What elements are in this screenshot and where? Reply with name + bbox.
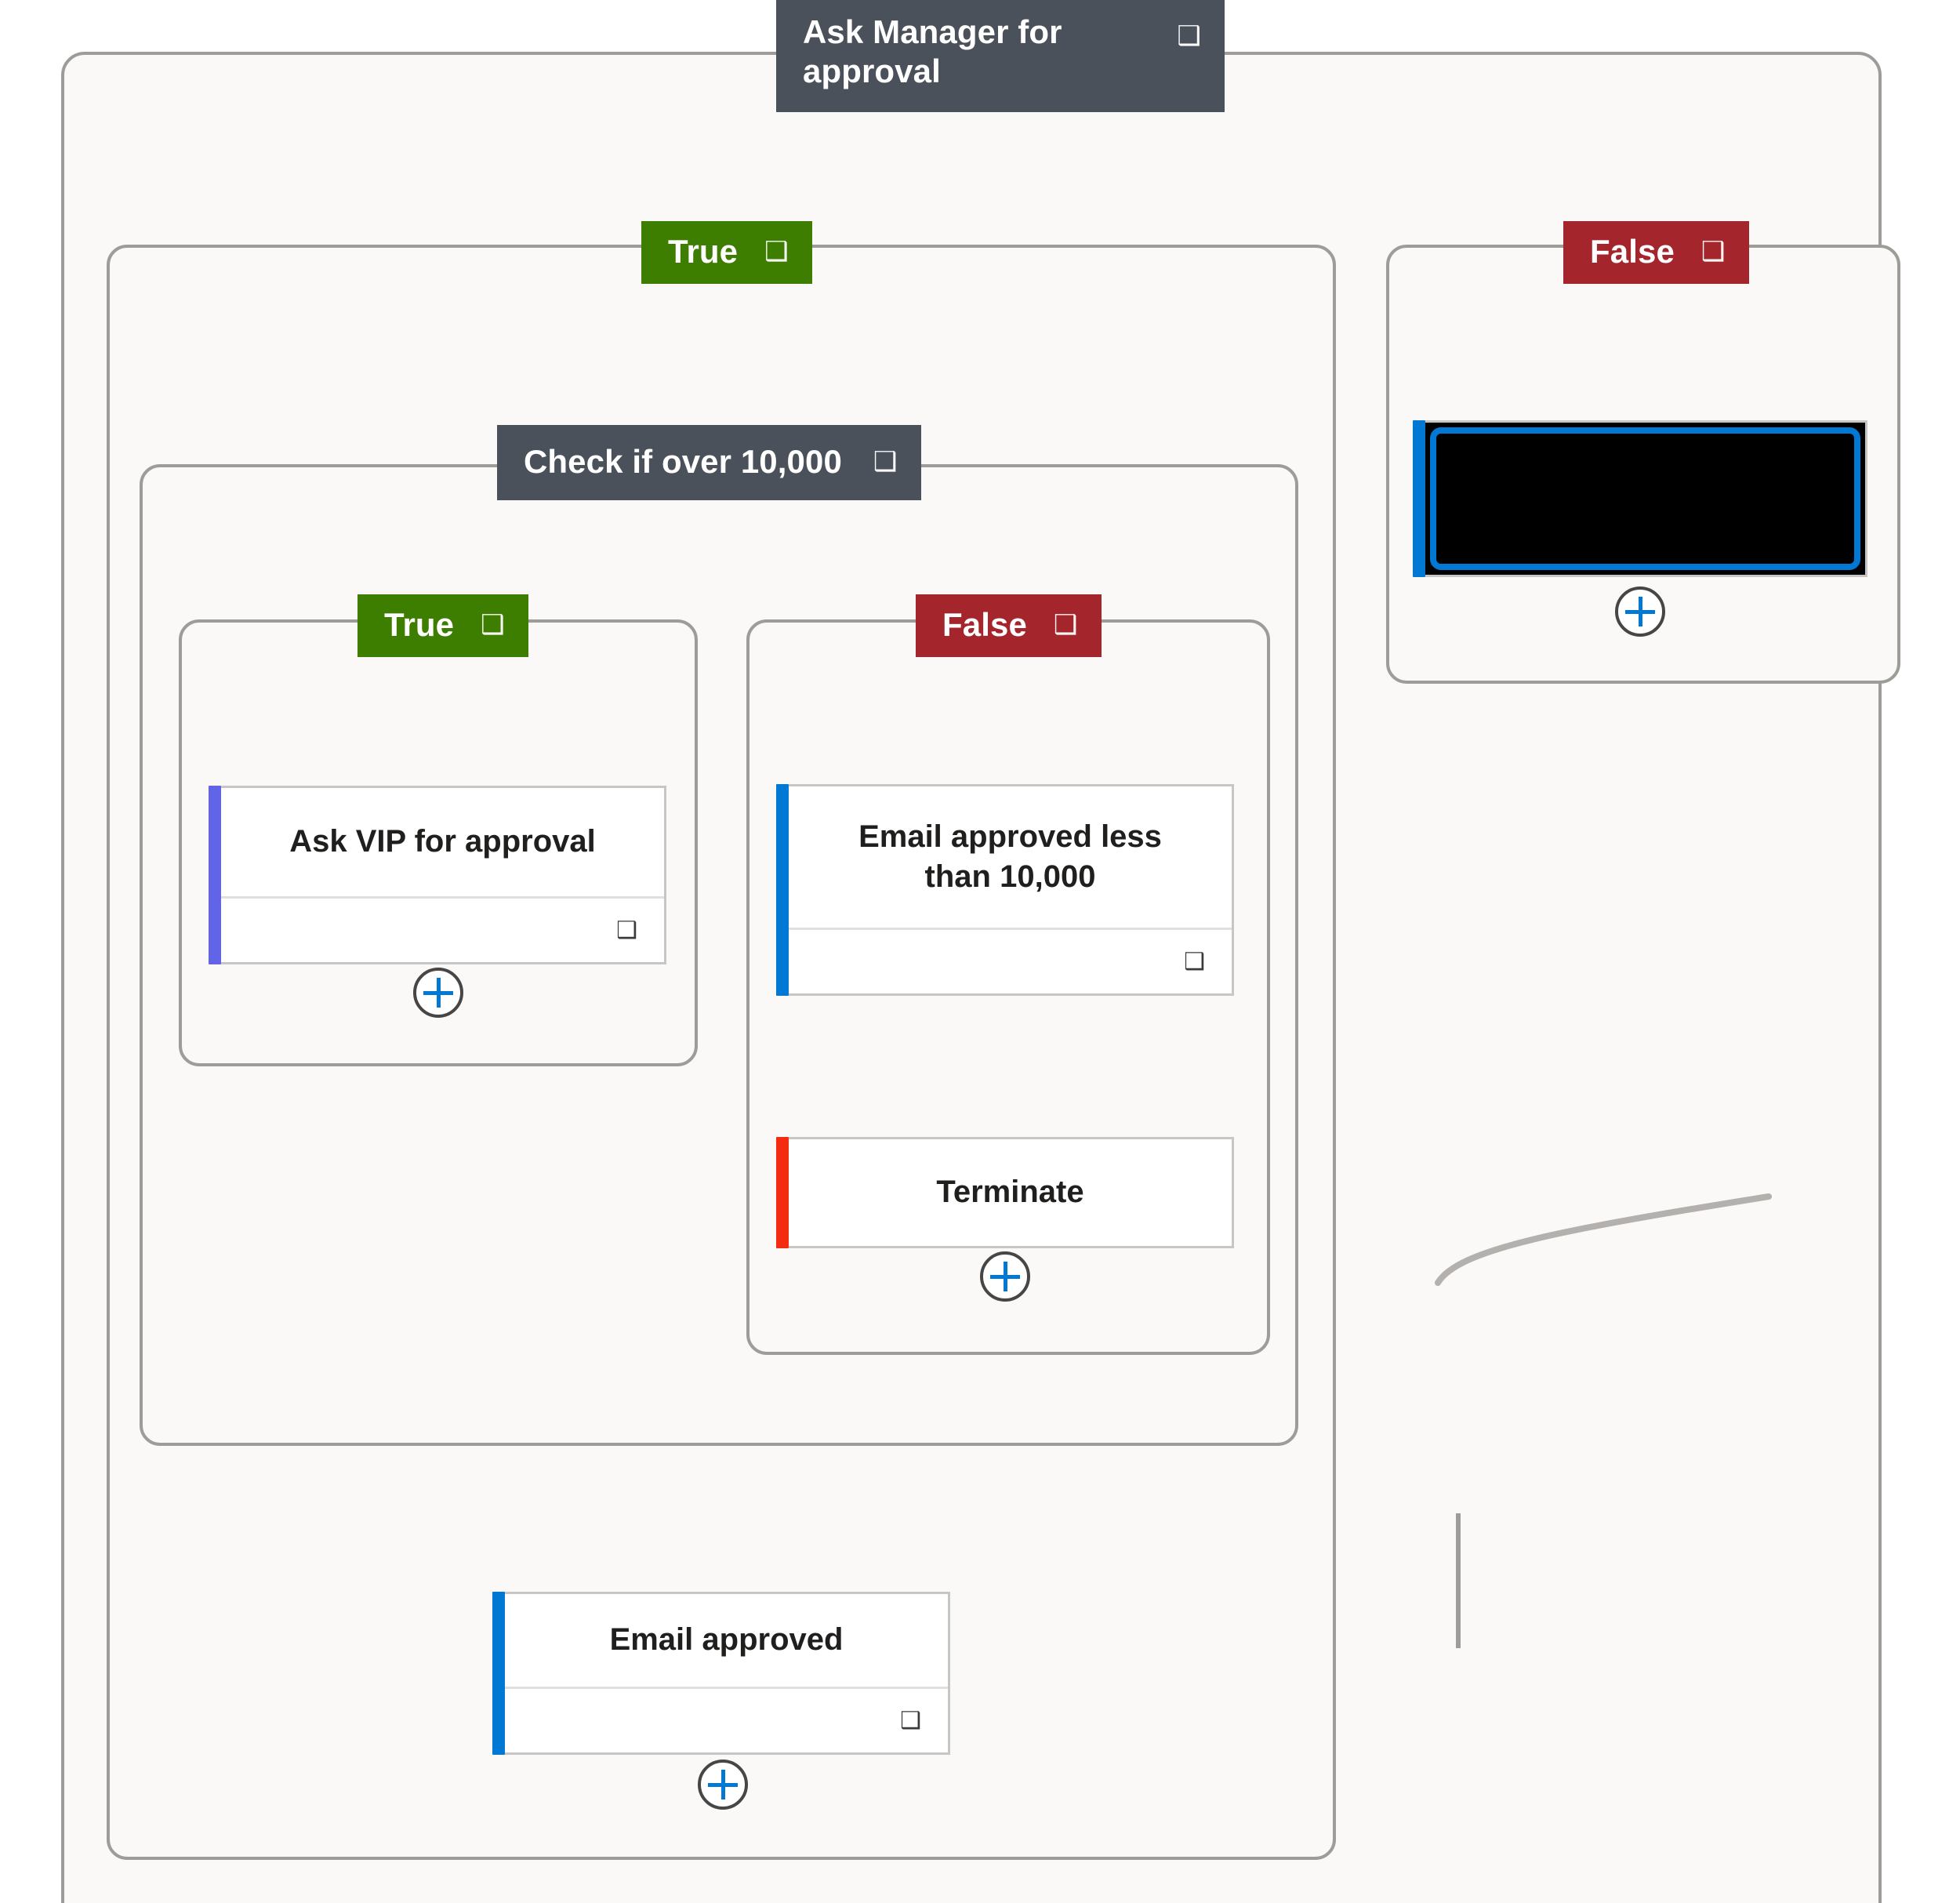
card-accent-bar: [209, 786, 221, 964]
card-footer: ❑: [221, 896, 664, 962]
card-footer-icon[interactable]: ❑: [900, 1709, 921, 1733]
flow-designer-canvas: Ask Manager for approval ❑ True ❑ False …: [0, 0, 1960, 1903]
branch-label-false-outer-text: False: [1590, 233, 1675, 270]
card-accent-bar: [776, 784, 789, 996]
branch-label-false-outer[interactable]: False ❑: [1563, 221, 1749, 284]
action-card-email-approved[interactable]: Email approved ❑: [492, 1592, 950, 1755]
card-footer-icon[interactable]: ❑: [616, 918, 637, 942]
card-title: Email approved: [609, 1622, 844, 1658]
card-accent-bar: [492, 1592, 505, 1755]
card-body: Terminate: [789, 1137, 1234, 1248]
condition-header-check-if-over[interactable]: Check if over 10,000 ❑: [497, 425, 921, 500]
branch-label-false-inner[interactable]: False ❑: [916, 594, 1102, 657]
overflow-menu-icon[interactable]: ❑: [764, 236, 789, 267]
branch-label-false-inner-text: False: [942, 606, 1027, 643]
card-body: Ask VIP for approval ❑: [221, 786, 666, 964]
overflow-menu-icon[interactable]: ❑: [481, 609, 505, 641]
card-accent-bar: [776, 1137, 789, 1248]
branch-label-true-outer[interactable]: True ❑: [641, 221, 812, 284]
add-step-button-true-inner[interactable]: [413, 968, 463, 1018]
branch-label-true-outer-text: True: [668, 233, 739, 270]
plus-icon-vertical: [1638, 597, 1642, 626]
action-card-selected-redacted[interactable]: [1413, 420, 1867, 577]
overflow-menu-icon[interactable]: ❑: [1054, 609, 1078, 641]
overflow-menu-icon[interactable]: ❑: [1177, 20, 1201, 52]
plus-icon-vertical: [720, 1770, 725, 1799]
action-card-ask-vip-for-approval[interactable]: Ask VIP for approval ❑: [209, 786, 666, 964]
overflow-menu-icon[interactable]: ❑: [873, 446, 898, 478]
add-step-button-false-inner[interactable]: [980, 1251, 1030, 1302]
branch-label-true-inner[interactable]: True ❑: [358, 594, 528, 657]
card-footer: ❑: [505, 1687, 948, 1752]
plus-icon-vertical: [436, 978, 441, 1008]
card-focus-ring: [1430, 427, 1860, 570]
card-footer-icon[interactable]: ❑: [1184, 950, 1205, 974]
card-title: Terminate: [936, 1175, 1084, 1210]
card-body: Email approved ❑: [505, 1592, 950, 1755]
branch-label-true-inner-text: True: [384, 606, 455, 643]
action-header-title: Ask Manager for approval: [803, 13, 1062, 89]
card-title: Email approved less than 10,000: [858, 819, 1162, 894]
card-body: Email approved less than 10,000 ❑: [789, 784, 1234, 996]
connector-line-vertical: [1456, 1513, 1461, 1648]
plus-icon-vertical: [1003, 1262, 1007, 1291]
action-card-email-approved-less-than[interactable]: Email approved less than 10,000 ❑: [776, 784, 1234, 996]
overflow-menu-icon[interactable]: ❑: [1701, 236, 1726, 267]
card-body: [1425, 420, 1867, 577]
add-step-button-false-branch[interactable]: [1615, 587, 1665, 637]
add-step-button-true-branch[interactable]: [698, 1760, 748, 1810]
condition-header-title: Check if over 10,000: [524, 443, 842, 480]
card-title: Ask VIP for approval: [289, 824, 596, 859]
card-footer: ❑: [789, 928, 1232, 993]
card-accent-bar: [1413, 420, 1425, 577]
action-header-ask-manager[interactable]: Ask Manager for approval ❑: [776, 0, 1225, 113]
action-card-terminate[interactable]: Terminate: [776, 1137, 1234, 1248]
